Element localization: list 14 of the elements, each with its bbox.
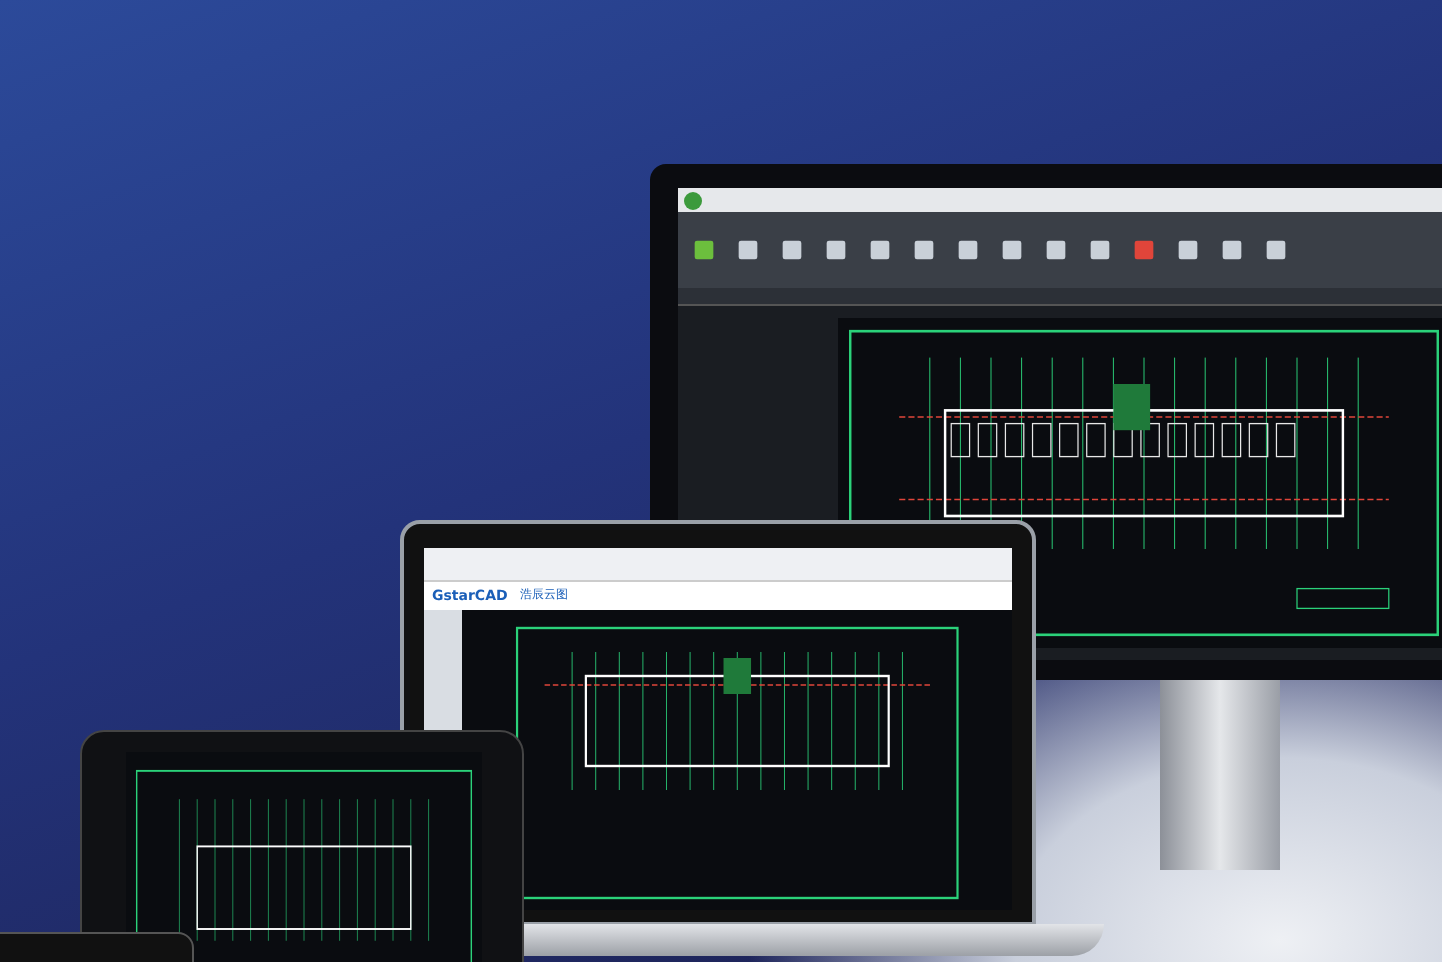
toolbar-icon[interactable] [910,236,938,264]
toolbar-icon[interactable] [998,236,1026,264]
toolbar-icon[interactable] [954,236,982,264]
toolbar-icon[interactable] [1262,236,1290,264]
toolbar-icon[interactable] [1218,236,1246,264]
toolbar-icon[interactable] [1174,236,1202,264]
toolbar-icon[interactable] [690,236,718,264]
app-logo-icon [684,191,702,209]
toolbar-icon[interactable] [822,236,850,264]
toolbar-icon[interactable] [778,236,806,264]
toolbar-icon[interactable] [1042,236,1070,264]
toolbar-icon[interactable] [734,236,762,264]
toolbar-icon[interactable] [1086,236,1114,264]
toolbar-icon[interactable] [866,236,894,264]
